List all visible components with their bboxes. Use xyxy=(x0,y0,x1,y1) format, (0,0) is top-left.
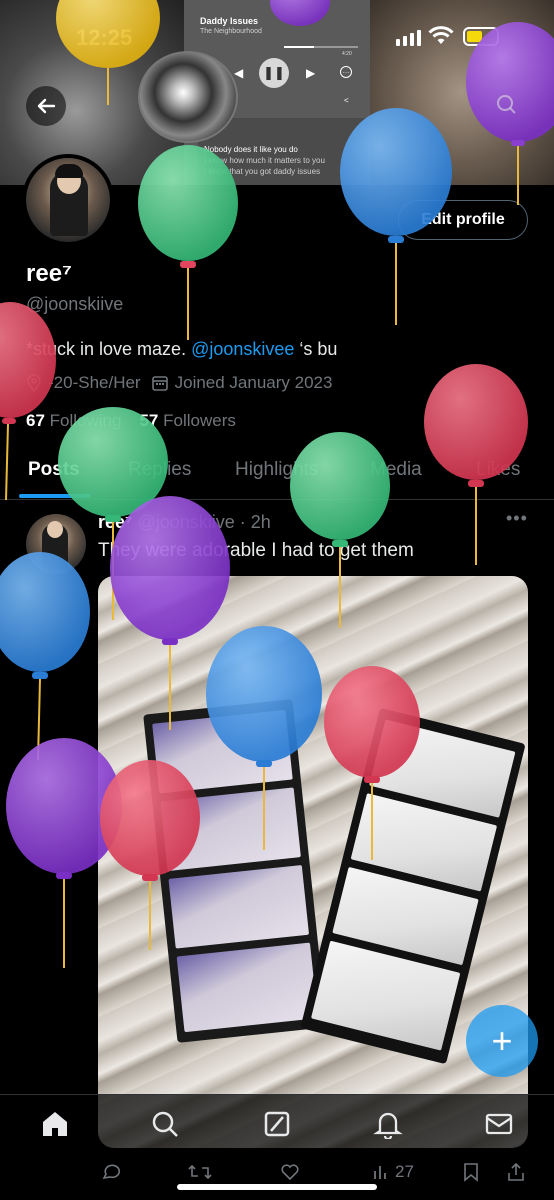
tweet-text: They were adorable I had to get them xyxy=(98,540,414,561)
display-name: ree⁷ xyxy=(26,260,72,287)
location-item: -20-She/Her xyxy=(26,373,141,393)
bio-text-end: ‘s bu xyxy=(294,339,338,359)
views-stat[interactable]: 27 xyxy=(372,1162,414,1182)
edit-profile-button[interactable]: Edit profile xyxy=(398,200,528,240)
tab-highlights[interactable]: Highlights xyxy=(235,450,318,481)
views-icon xyxy=(374,1166,386,1179)
lyric-line: Nobody does it like you do xyxy=(204,145,298,154)
profile-meta: -20-She/Her Joined January 2023 xyxy=(26,373,332,393)
status-bar: 12:25 xyxy=(0,0,554,70)
battery-icon xyxy=(463,27,499,46)
tab-likes[interactable]: Likes xyxy=(476,450,520,481)
tweet-more-icon[interactable]: ••• xyxy=(506,508,528,529)
tweet-author-name[interactable]: ree⁷ xyxy=(98,512,132,532)
tweet-avatar[interactable] xyxy=(26,514,86,574)
followers-count: 57 xyxy=(139,411,159,430)
bio-mention-link[interactable]: @joonskivee xyxy=(191,339,294,359)
tab-replies[interactable]: Replies xyxy=(128,450,191,481)
tweet-header: ree⁷ @joonskiive · 2h xyxy=(98,512,271,533)
grok-icon[interactable] xyxy=(262,1109,292,1139)
bottom-navigation xyxy=(0,1094,554,1156)
cellular-signal-icon xyxy=(396,30,421,46)
following-link[interactable]: 67 Following xyxy=(26,411,121,431)
followers-link[interactable]: 57 Followers xyxy=(139,411,235,431)
tweet-photo[interactable] xyxy=(98,576,528,1148)
retweet-icon[interactable] xyxy=(188,1162,212,1182)
location-pin-icon xyxy=(27,374,41,392)
share-mini-icon: < xyxy=(344,96,349,105)
status-time: 12:25 xyxy=(76,25,133,50)
notifications-icon[interactable] xyxy=(373,1109,403,1139)
messages-icon[interactable] xyxy=(484,1109,514,1139)
home-icon[interactable] xyxy=(40,1109,70,1139)
follow-stats: 67 Following 57 Followers xyxy=(26,411,236,431)
photo-strip xyxy=(143,699,327,1043)
calendar-icon xyxy=(151,376,168,391)
profile-tabs: Posts Replies Highlights Media Likes xyxy=(0,450,554,500)
following-count: 67 xyxy=(26,411,45,430)
wifi-icon xyxy=(428,26,454,44)
joined-text: Joined January 2023 xyxy=(174,373,333,392)
balloon-blue xyxy=(0,552,90,761)
profile-avatar[interactable] xyxy=(22,154,114,246)
views-count: 27 xyxy=(395,1162,414,1181)
back-button[interactable] xyxy=(26,86,66,126)
active-tab-indicator xyxy=(19,494,91,498)
tweet-author-handle: @joonskiive xyxy=(137,512,235,532)
location-text: -20-She/Her xyxy=(48,373,141,392)
tab-posts[interactable]: Posts xyxy=(28,450,80,481)
tweet-actions: 27 xyxy=(0,1156,554,1200)
arrow-left-icon xyxy=(37,98,56,114)
search-icon[interactable] xyxy=(150,1109,180,1139)
profile-handle: @joonskiive xyxy=(26,294,124,314)
bio-text: *stuck in love maze. xyxy=(26,339,192,359)
compose-button[interactable]: + xyxy=(466,1005,538,1077)
share-icon[interactable] xyxy=(506,1162,526,1182)
profile-bio: *stuck in love maze. @joonskivee ‘s bu xyxy=(26,339,337,360)
tweet-time: 2h xyxy=(250,512,271,532)
lyric-line: I know how much it matters to you xyxy=(204,156,325,165)
lyric-line: I know that you got daddy issues xyxy=(204,167,321,176)
bookmark-icon[interactable] xyxy=(462,1162,480,1182)
joined-item: Joined January 2023 xyxy=(151,373,333,393)
home-indicator[interactable] xyxy=(177,1184,377,1190)
tab-media[interactable]: Media xyxy=(370,450,422,481)
following-label: Following xyxy=(49,411,122,430)
like-icon[interactable] xyxy=(280,1162,300,1182)
followers-label: Followers xyxy=(163,411,236,430)
reply-icon[interactable] xyxy=(100,1162,120,1182)
tweet-separator: · xyxy=(234,512,251,532)
